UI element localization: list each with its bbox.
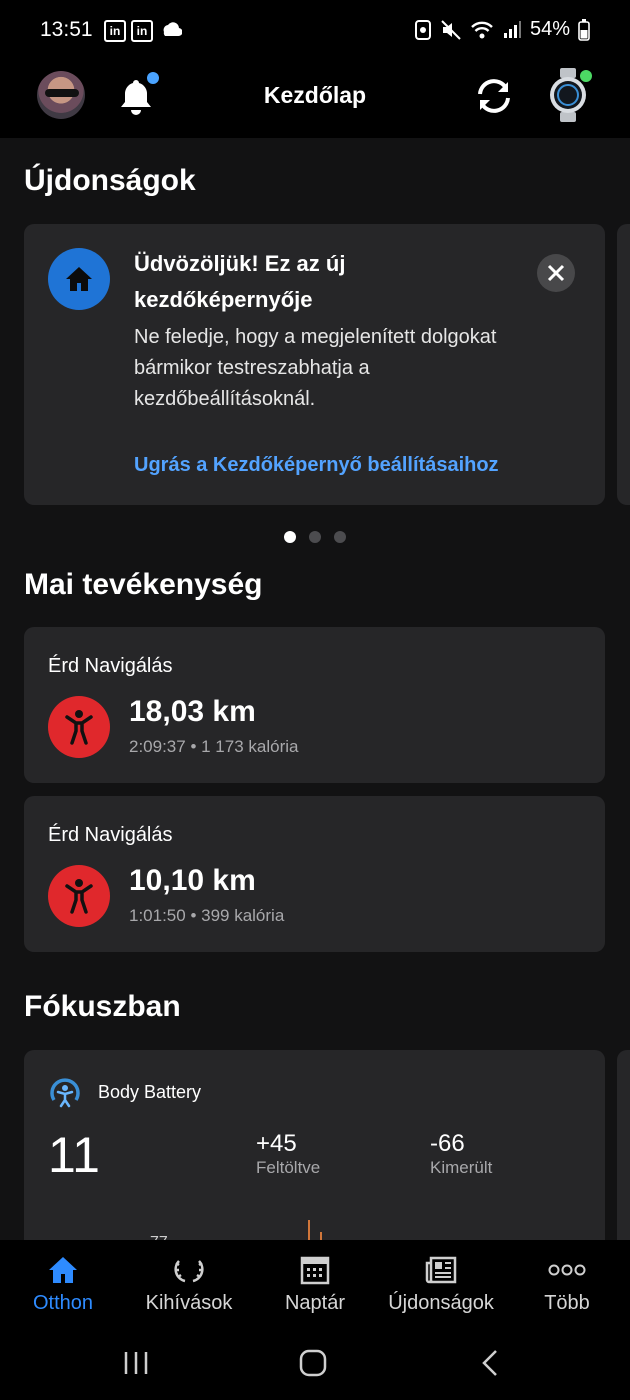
news-section-title: Újdonságok bbox=[24, 164, 196, 197]
laurel-icon bbox=[174, 1260, 204, 1283]
battery-percent: 54% bbox=[529, 18, 570, 40]
nav-label: Naptár bbox=[284, 1292, 346, 1314]
calendar-icon bbox=[300, 1256, 330, 1285]
chart-bar bbox=[308, 1220, 310, 1240]
nav-label: Több bbox=[544, 1292, 590, 1314]
signal-icon bbox=[503, 20, 521, 38]
welcome-card-title: Üdvözöljük! Ez az új kezdőképernyője bbox=[134, 251, 346, 312]
back-icon[interactable] bbox=[480, 1349, 500, 1377]
wifi-icon bbox=[471, 21, 493, 38]
battery-icon bbox=[578, 18, 590, 41]
linkedin-icon: in bbox=[131, 20, 153, 42]
activity-card[interactable]: Érd Navigálás 18,03 km 2:09:37 • 1 173 k… bbox=[24, 627, 605, 783]
activity-name: Érd Navigálás bbox=[48, 824, 173, 846]
person-icon bbox=[65, 879, 93, 914]
status-bar: 13:51 in in 54% bbox=[0, 0, 630, 54]
activity-meta: 2:09:37 • 1 173 kalória bbox=[129, 737, 299, 756]
home-icon-badge bbox=[48, 248, 110, 310]
nav-label: Újdonságok bbox=[388, 1292, 494, 1314]
activity-card[interactable]: Érd Navigálás 10,10 km 1:01:50 • 399 kal… bbox=[24, 796, 605, 952]
nav-home[interactable]: Otthon bbox=[0, 1252, 126, 1315]
activity-type-badge bbox=[48, 696, 110, 758]
focus-section-title: Fókuszban bbox=[24, 990, 181, 1023]
body-battery-title: Body Battery bbox=[98, 1082, 202, 1102]
nav-label: Otthon bbox=[32, 1292, 94, 1314]
sync-icon[interactable] bbox=[472, 74, 516, 118]
nav-news[interactable]: Újdonságok bbox=[378, 1252, 504, 1315]
status-notification-icons: in in bbox=[104, 20, 182, 42]
activity-meta: 1:01:50 • 399 kalória bbox=[129, 906, 285, 925]
activity-distance: 18,03 km bbox=[129, 695, 256, 728]
nfc-icon bbox=[414, 19, 431, 40]
welcome-card-body: Ne feledje, hogy a megjelenített dolgoka… bbox=[134, 326, 497, 410]
next-focus-card[interactable] bbox=[617, 1050, 630, 1240]
pager-dot[interactable] bbox=[284, 531, 296, 543]
status-time: 13:51 bbox=[40, 18, 93, 41]
close-icon bbox=[547, 264, 565, 282]
chart-bar bbox=[320, 1232, 322, 1240]
home-settings-link[interactable]: Ugrás a Kezdőképernyő beállításaihoz bbox=[134, 454, 499, 477]
device-connected-dot bbox=[580, 70, 592, 82]
next-news-card[interactable] bbox=[617, 224, 630, 505]
drained-value: -66 bbox=[430, 1130, 465, 1157]
status-system-icons: 54% bbox=[414, 18, 590, 41]
nav-label: Kihívások bbox=[145, 1292, 233, 1314]
body-battery-icon bbox=[50, 1078, 80, 1108]
body-battery-card[interactable]: Body Battery 11 +45 Feltöltve -66 Kimerü… bbox=[24, 1050, 605, 1240]
person-icon bbox=[65, 710, 93, 745]
close-button[interactable] bbox=[537, 254, 575, 292]
activity-type-badge bbox=[48, 865, 110, 927]
nav-challenges[interactable]: Kihívások bbox=[126, 1252, 252, 1315]
more-icon bbox=[548, 1264, 586, 1276]
page-title: Kezdőlap bbox=[263, 82, 367, 108]
activity-section-title: Mai tevékenység bbox=[24, 568, 263, 601]
nav-more[interactable]: Több bbox=[504, 1252, 630, 1315]
system-navigation-bar bbox=[0, 1328, 630, 1400]
activity-distance: 10,10 km bbox=[129, 864, 256, 897]
home-feed[interactable]: Újdonságok Üdvözöljük! Ez az új kezdőkép… bbox=[0, 138, 630, 1240]
home-icon bbox=[49, 1257, 77, 1283]
body-battery-value: 11 bbox=[48, 1127, 100, 1183]
newspaper-icon bbox=[425, 1256, 457, 1284]
charged-label: Feltöltve bbox=[256, 1158, 321, 1177]
bottom-navigation: Otthon Kihívások Naptár Újdonságok Több bbox=[0, 1240, 630, 1328]
home-icon bbox=[66, 267, 92, 291]
home-button-icon[interactable] bbox=[299, 1349, 327, 1377]
drained-label: Kimerült bbox=[430, 1158, 493, 1177]
linkedin-icon: in bbox=[104, 20, 126, 42]
app-header: Kezdőlap bbox=[0, 54, 630, 138]
weather-icon bbox=[163, 22, 182, 37]
mute-icon bbox=[441, 19, 461, 40]
charged-value: +45 bbox=[256, 1130, 297, 1157]
welcome-card[interactable]: Üdvözöljük! Ez az új kezdőképernyője Ne … bbox=[24, 224, 605, 505]
pager-dot[interactable] bbox=[309, 531, 321, 543]
pager-dot[interactable] bbox=[334, 531, 346, 543]
activity-name: Érd Navigálás bbox=[48, 655, 173, 677]
nav-calendar[interactable]: Naptár bbox=[252, 1252, 378, 1315]
recent-apps-icon[interactable] bbox=[122, 1350, 150, 1376]
carousel-pager[interactable] bbox=[284, 531, 346, 543]
